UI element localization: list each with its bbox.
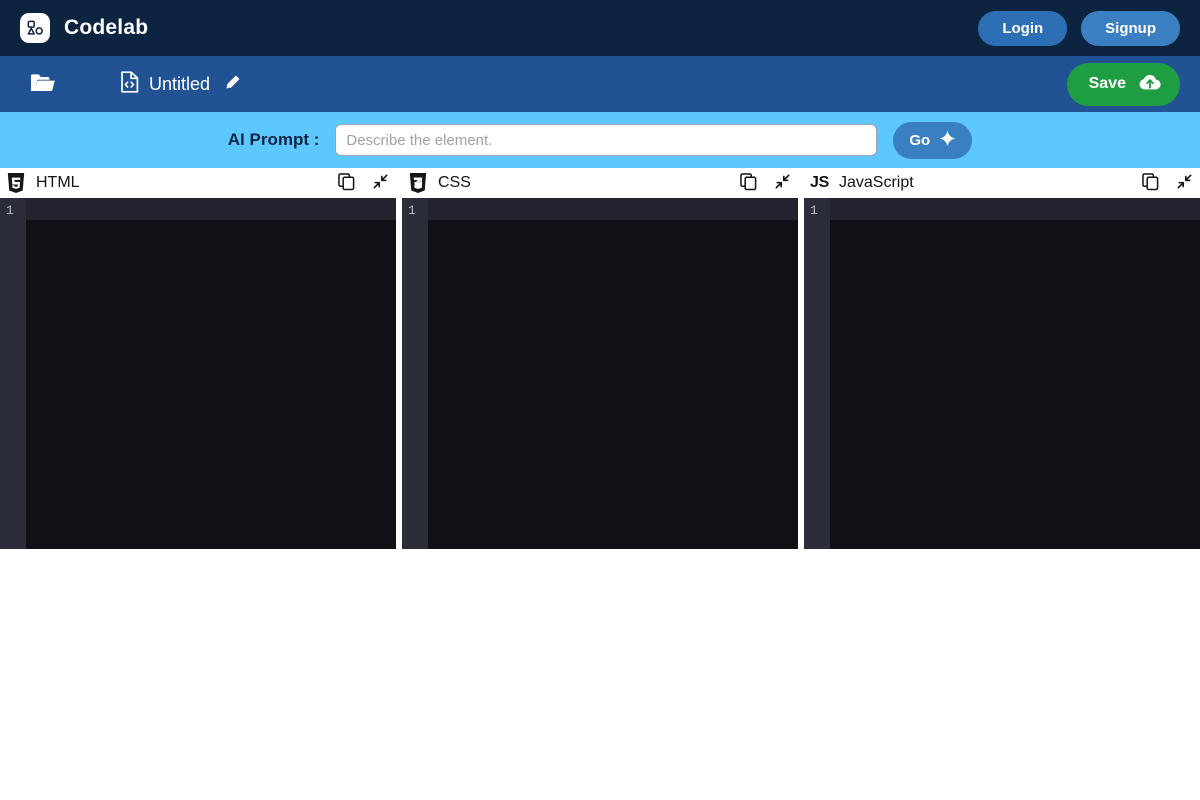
code-content-html [26, 220, 396, 224]
collapse-button-html[interactable] [373, 174, 388, 192]
copy-button-javascript[interactable] [1142, 172, 1159, 194]
code-area-html[interactable] [26, 198, 396, 549]
save-button-label: Save [1088, 75, 1126, 92]
pane-css-title: CSS [438, 174, 471, 191]
pane-javascript-title: JavaScript [838, 174, 914, 191]
pane-css-header: CSS [402, 168, 798, 198]
copy-button-css[interactable] [740, 172, 757, 194]
pane-javascript-header: JS JavaScript [804, 168, 1200, 198]
pane-css: CSS 1 [402, 168, 798, 549]
collapse-diagonal-icon [775, 174, 790, 192]
editor-html[interactable]: 1 [0, 198, 396, 549]
code-area-javascript[interactable] [830, 198, 1200, 549]
current-file[interactable]: Untitled [120, 70, 241, 98]
cloud-upload-icon [1138, 73, 1162, 96]
ai-go-button[interactable]: Go [893, 121, 973, 159]
pane-html-header: HTML [0, 168, 396, 198]
html5-shield-icon [6, 172, 26, 194]
line-number: 1 [6, 203, 14, 218]
ai-prompt-label: AI Prompt : [227, 130, 320, 149]
gutter-javascript: 1 [804, 198, 830, 549]
pane-javascript: JS JavaScript 1 [804, 168, 1200, 549]
editor-panes: HTML 1 CSS 1 JS JavaScript 1 [0, 168, 1200, 549]
copy-icon [740, 172, 757, 194]
active-line-highlight [830, 198, 1200, 220]
pane-css-tools [740, 172, 790, 194]
ai-prompt-input[interactable] [335, 124, 878, 156]
ai-go-label: Go [909, 131, 931, 149]
ai-prompt-bar: AI Prompt : Go [0, 112, 1200, 168]
toolbar-left-group: Untitled [20, 70, 241, 98]
active-line-highlight [26, 198, 396, 220]
open-folder-button[interactable] [30, 72, 56, 97]
sparkle-icon [939, 130, 956, 151]
pane-javascript-tools [1142, 172, 1192, 194]
brand-name: Codelab [64, 16, 149, 39]
gutter-css: 1 [402, 198, 428, 549]
line-number: 1 [810, 203, 818, 218]
folder-open-icon [30, 72, 56, 97]
rename-file-button[interactable] [224, 74, 241, 94]
copy-icon [1142, 172, 1159, 194]
gutter-html: 1 [0, 198, 26, 549]
topbar-actions: Login Signup [978, 10, 1180, 46]
brand[interactable]: Codelab [20, 13, 148, 43]
copy-button-html[interactable] [338, 172, 355, 194]
code-content-javascript [830, 220, 1200, 224]
pane-html: HTML 1 [0, 168, 396, 549]
top-navigation-bar: Codelab Login Signup [0, 0, 1200, 56]
editor-css[interactable]: 1 [402, 198, 798, 549]
pane-html-tools [338, 172, 388, 194]
signup-button[interactable]: Signup [1081, 10, 1180, 46]
pane-html-title: HTML [36, 174, 80, 191]
pencil-icon [224, 74, 241, 94]
shapes-logo-icon [20, 13, 50, 43]
js-mark-icon: JS [810, 174, 829, 191]
file-name-label: Untitled [149, 73, 211, 94]
line-number: 1 [408, 203, 416, 218]
collapse-button-css[interactable] [775, 174, 790, 192]
editor-javascript[interactable]: 1 [804, 198, 1200, 549]
code-content-css [428, 220, 798, 224]
login-button[interactable]: Login [978, 10, 1068, 46]
copy-icon [338, 172, 355, 194]
file-toolbar: Untitled Save [0, 56, 1200, 112]
active-line-highlight [428, 198, 798, 220]
css3-shield-icon [408, 172, 428, 194]
collapse-button-javascript[interactable] [1177, 174, 1192, 192]
collapse-diagonal-icon [373, 174, 388, 192]
code-area-css[interactable] [428, 198, 798, 549]
code-file-icon [120, 70, 139, 98]
collapse-diagonal-icon [1177, 174, 1192, 192]
save-button[interactable]: Save [1066, 62, 1180, 106]
